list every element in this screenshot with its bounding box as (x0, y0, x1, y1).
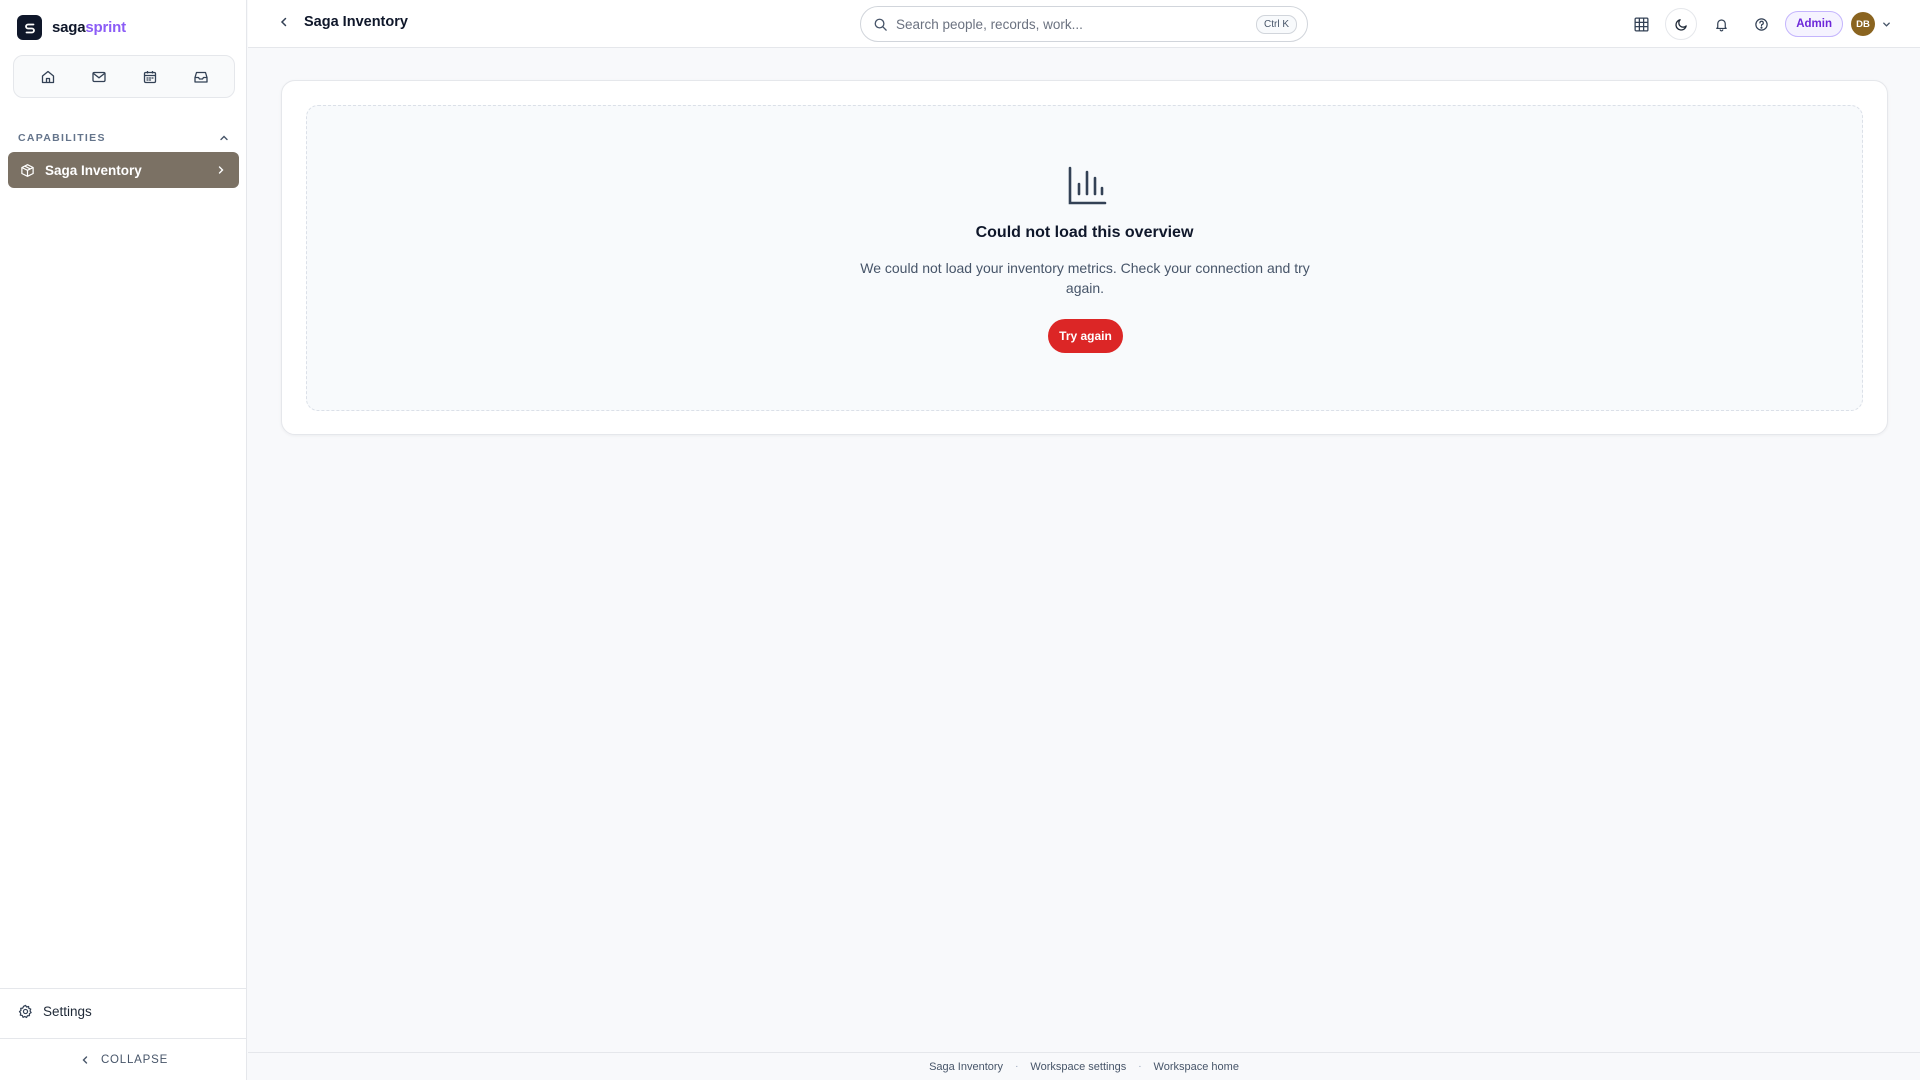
top-bar: Saga Inventory Ctrl K Admin DB (248, 0, 1920, 48)
header-actions: Admin DB (1625, 8, 1898, 40)
collapse-button[interactable]: COLLAPSE (0, 1038, 247, 1080)
footer-link-saga-inventory[interactable]: Saga Inventory (929, 1061, 1003, 1073)
back-chevron-icon[interactable] (278, 16, 290, 28)
help-button[interactable] (1745, 8, 1777, 40)
notifications-button[interactable] (1705, 8, 1737, 40)
overview-card: Could not load this overview We could no… (281, 80, 1888, 435)
try-again-button[interactable]: Try again (1048, 319, 1123, 353)
brand-logo-icon (17, 15, 42, 40)
brand[interactable]: sagasprint (17, 15, 126, 40)
sidebar-item-label: Saga Inventory (45, 162, 142, 178)
bell-icon (1715, 18, 1727, 31)
section-label: CAPABILITIES (18, 132, 106, 144)
bar-chart-icon (1068, 166, 1107, 205)
grid-icon (1634, 16, 1649, 32)
gear-icon (18, 1004, 32, 1019)
settings-link[interactable]: Settings (18, 1004, 92, 1019)
chevron-down-icon (1883, 21, 1890, 27)
search-shortcut-badge: Ctrl K (1256, 14, 1297, 34)
chevron-right-icon (218, 166, 224, 174)
calendar-icon[interactable] (135, 62, 165, 92)
global-search[interactable]: Ctrl K (860, 6, 1308, 42)
user-menu[interactable]: DB (1851, 9, 1898, 39)
package-icon (21, 163, 34, 177)
search-input[interactable] (896, 16, 1248, 32)
capabilities-section-header[interactable]: CAPABILITIES (18, 132, 230, 144)
home-icon[interactable] (33, 62, 63, 92)
collapse-label: COLLAPSE (100, 1053, 169, 1066)
page-title: Saga Inventory (304, 14, 408, 30)
inbox-icon[interactable] (186, 62, 216, 92)
quick-nav (13, 55, 235, 98)
theme-toggle-button[interactable] (1665, 8, 1698, 40)
brand-name: sagasprint (52, 19, 126, 36)
settings-label: Settings (43, 1004, 92, 1019)
help-circle-icon (1754, 17, 1768, 31)
apps-grid-button[interactable] (1625, 8, 1657, 40)
sidebar-item-saga-inventory[interactable]: Saga Inventory (8, 152, 239, 188)
breadcrumb: Saga Inventory (278, 14, 408, 30)
footer-link-workspace-settings[interactable]: Workspace settings (1030, 1061, 1126, 1073)
error-message: We could not load your inventory metrics… (860, 260, 1310, 296)
footer-separator: · (1138, 1061, 1142, 1072)
chevron-up-icon[interactable] (218, 132, 230, 144)
footer-link-workspace-home[interactable]: Workspace home (1154, 1061, 1239, 1073)
page-footer: Saga Inventory · Workspace settings · Wo… (248, 1052, 1920, 1080)
avatar: DB (1851, 12, 1875, 36)
search-icon (874, 18, 887, 31)
moon-icon (1675, 18, 1687, 31)
footer-separator: · (1015, 1061, 1019, 1072)
role-badge[interactable]: Admin (1785, 11, 1843, 37)
mail-icon[interactable] (84, 62, 114, 92)
error-state: Could not load this overview We could no… (306, 105, 1863, 411)
sidebar: sagasprint CAPABILITIES Saga Inventory S… (0, 0, 247, 1080)
chevron-left-icon (82, 1055, 88, 1064)
error-title: Could not load this overview (975, 224, 1194, 241)
sidebar-divider (0, 988, 247, 989)
